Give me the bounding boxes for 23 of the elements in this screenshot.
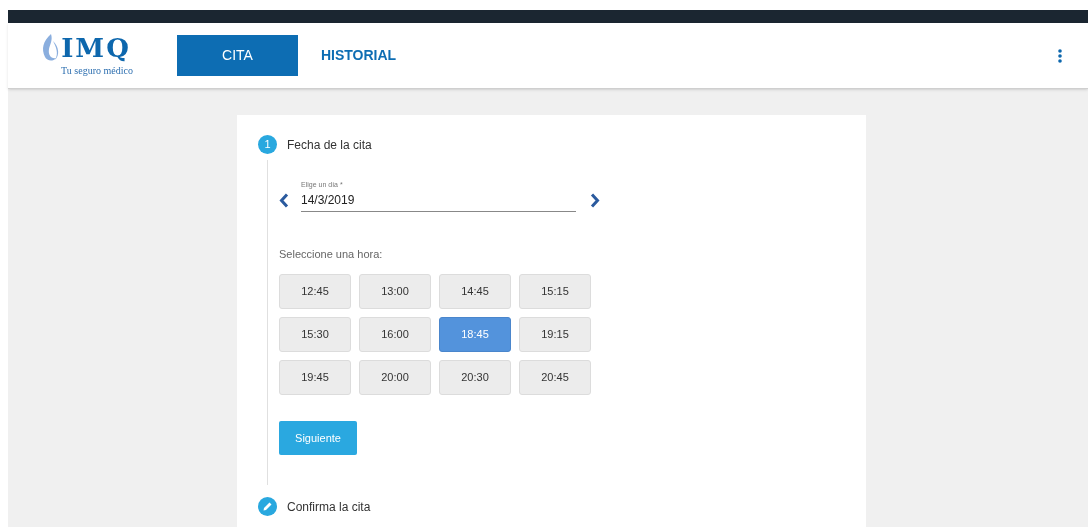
time-slot[interactable]: 15:30 [279, 317, 351, 352]
nav-tab[interactable]: CITA [177, 35, 298, 76]
step-title: Fecha de la cita [287, 136, 372, 154]
next-day-icon[interactable] [590, 193, 600, 209]
pencil-icon [258, 497, 277, 516]
time-slot[interactable]: 12:45 [279, 274, 351, 309]
nav-tab[interactable]: HISTORIAL [298, 35, 419, 76]
more-menu-icon[interactable] [1058, 48, 1062, 63]
logo-tagline: Tu seguro médico [61, 64, 133, 78]
time-slot[interactable]: 20:00 [359, 360, 431, 395]
time-slot[interactable]: 15:15 [519, 274, 591, 309]
time-slot[interactable]: 13:00 [359, 274, 431, 309]
time-slot[interactable]: 19:45 [279, 360, 351, 395]
step-number: 1 [258, 135, 277, 154]
time-slot[interactable]: 20:45 [519, 360, 591, 395]
time-slot[interactable]: 20:30 [439, 360, 511, 395]
time-slot[interactable]: 14:45 [439, 274, 511, 309]
logo-name: IMQ [61, 35, 131, 61]
time-prompt: Seleccione una hora: [279, 246, 384, 262]
time-slot[interactable]: 16:00 [359, 317, 431, 352]
previous-day-icon[interactable] [279, 193, 289, 209]
step-title: Confirma la cita [287, 498, 371, 516]
time-slot[interactable]: 19:15 [519, 317, 591, 352]
